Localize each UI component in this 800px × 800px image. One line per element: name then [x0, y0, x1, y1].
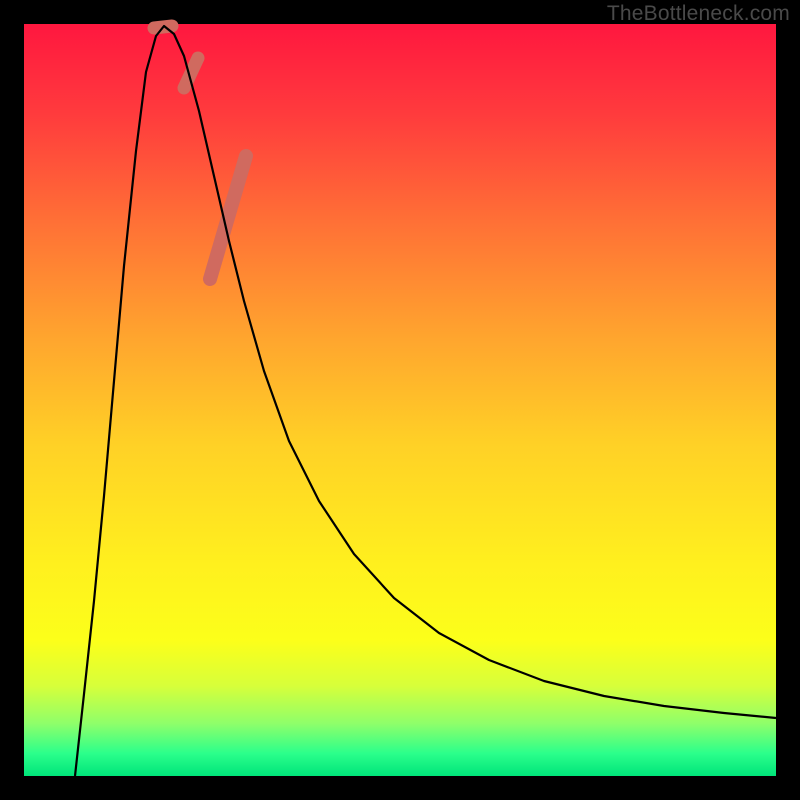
curve-layer [75, 26, 776, 776]
chart-area [24, 24, 776, 776]
upper-highlight [210, 156, 246, 279]
bottleneck-curve [75, 26, 776, 776]
watermark-text: TheBottleneck.com [607, 2, 790, 26]
highlight-layer [154, 26, 246, 279]
plot-svg [24, 24, 776, 776]
